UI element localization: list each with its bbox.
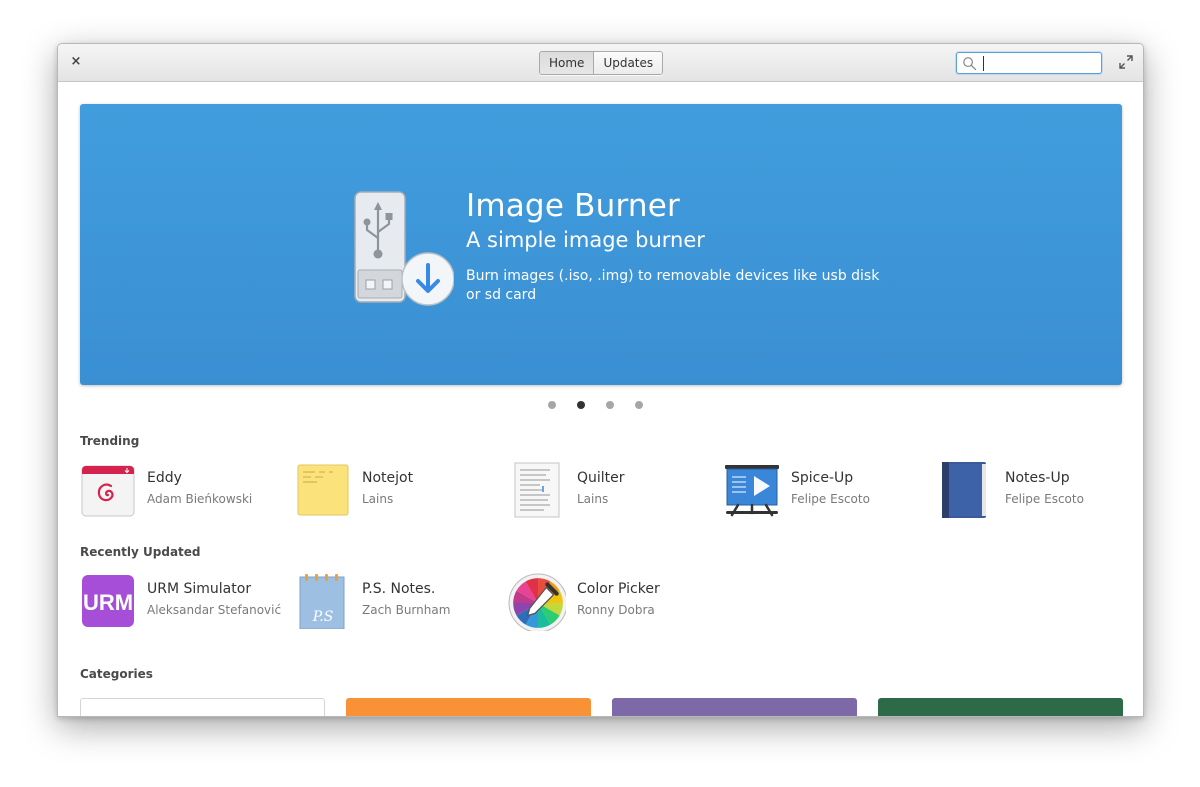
app-tile-ps-notes[interactable]: P.S P.S. Notes. Zach Burnham (295, 573, 505, 633)
ps-notes-icon: P.S (299, 574, 345, 629)
carousel-dot[interactable] (548, 401, 556, 409)
spice-up-icon (725, 465, 779, 517)
maximize-icon[interactable] (1119, 55, 1133, 69)
color-picker-icon (508, 573, 566, 631)
app-tile-color-picker[interactable]: Color Picker Ronny Dobra (508, 573, 718, 633)
view-switcher: Home Updates (539, 51, 664, 75)
tab-updates[interactable]: Updates (593, 52, 663, 74)
category-card[interactable] (346, 698, 591, 716)
ps-icon-text: P.S (312, 609, 334, 625)
carousel-dot[interactable] (635, 401, 643, 409)
notejot-icon (297, 464, 349, 516)
banner-subtitle: A simple image burner (466, 228, 705, 252)
urm-simulator-icon: URM (82, 575, 134, 627)
notes-up-icon (942, 462, 986, 518)
trending-header: Trending (80, 434, 140, 448)
app-name: Quilter (577, 470, 625, 486)
banner-title: Image Burner (466, 188, 680, 224)
app-author: Adam Bieńkowski (147, 492, 253, 506)
app-name: URM Simulator (147, 581, 252, 597)
app-author: Felipe Escoto (1005, 492, 1084, 506)
app-author: Felipe Escoto (791, 492, 870, 506)
app-name: Spice-Up (791, 470, 854, 486)
category-card[interactable] (878, 698, 1123, 716)
app-tile-quilter[interactable]: Quilter Lains (510, 462, 720, 522)
app-name: Eddy (147, 470, 182, 486)
app-author: Zach Burnham (362, 603, 451, 617)
tab-home[interactable]: Home (540, 52, 594, 74)
urm-icon-text: URM (83, 590, 133, 615)
banner-description: Burn images (.iso, .img) to removable de… (466, 268, 880, 303)
app-tile-eddy[interactable]: Eddy Adam Bieńkowski (80, 462, 290, 522)
carousel-dot[interactable] (606, 401, 614, 409)
category-card[interactable] (80, 698, 325, 716)
app-name: Color Picker (577, 581, 660, 597)
header-bar: × Home Updates (58, 44, 1143, 82)
eddy-icon (81, 465, 135, 517)
app-name: P.S. Notes. (362, 581, 436, 597)
usb-drive-icon (354, 191, 454, 306)
search-input[interactable] (987, 54, 1097, 72)
appcenter-window: × Home Updates Image Burner A simple ima… (57, 43, 1144, 717)
quilter-icon (514, 462, 560, 518)
app-author: Lains (577, 492, 609, 506)
text-caret (983, 56, 984, 71)
app-author: Lains (362, 492, 394, 506)
app-author: Ronny Dobra (577, 603, 655, 617)
categories-header: Categories (80, 667, 153, 681)
app-author: Aleksandar Stefanović (147, 603, 282, 617)
recently-updated-header: Recently Updated (80, 545, 201, 559)
close-button[interactable]: × (68, 54, 84, 70)
search-icon (963, 57, 977, 71)
app-tile-urm-simulator[interactable]: URM URM Simulator Aleksandar Stefanović (80, 573, 290, 633)
app-tile-spice-up[interactable]: Spice-Up Felipe Escoto (724, 462, 934, 522)
app-name: Notes-Up (1005, 470, 1070, 486)
search-field[interactable] (956, 52, 1102, 74)
carousel-indicator (548, 401, 643, 409)
carousel-dot-active[interactable] (577, 401, 585, 409)
app-tile-notejot[interactable]: Notejot Lains (295, 462, 505, 522)
app-tile-notes-up[interactable]: Notes-Up Felipe Escoto (938, 462, 1143, 522)
featured-banner[interactable]: Image Burner A simple image burner Burn … (80, 104, 1122, 385)
category-card[interactable] (612, 698, 857, 716)
app-name: Notejot (362, 470, 414, 486)
